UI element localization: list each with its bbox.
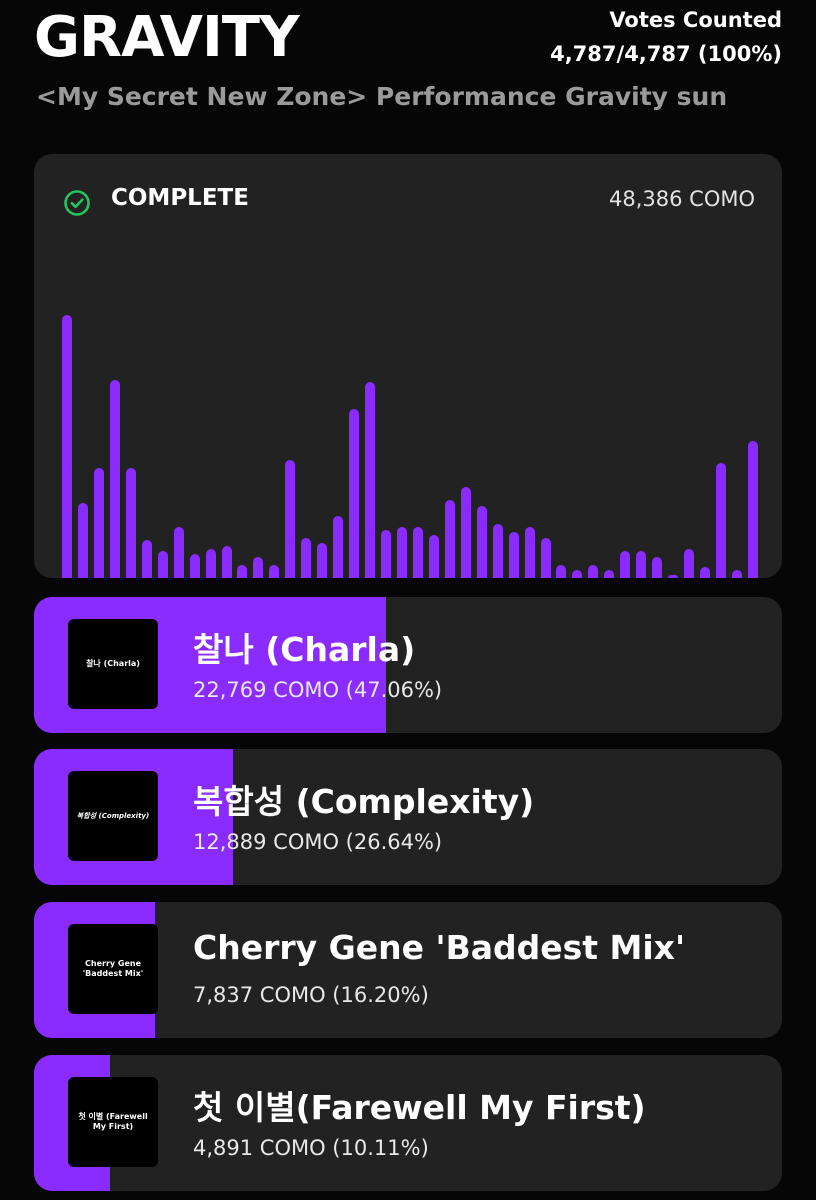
option-thumbnail: 찰나 (Charla)	[68, 619, 158, 709]
option-name: 첫 이별(Farewell My First)	[193, 1088, 646, 1127]
histogram-bar	[285, 460, 296, 578]
histogram-bar	[460, 486, 471, 578]
histogram-bar	[62, 315, 72, 578]
option-card-complexity[interactable]: 복합성 (Complexity) 복합성 (Complexity) 12,889…	[34, 749, 782, 885]
histogram-bar	[428, 535, 439, 578]
votes-counted-value: 4,787/4,787 (100%)	[550, 42, 782, 66]
histogram-bar	[588, 564, 599, 578]
option-name: Cherry Gene 'Baddest Mix'	[193, 928, 686, 967]
option-thumbnail: Cherry Gene 'Baddest Mix'	[68, 924, 158, 1014]
page-title: GRAVITY	[34, 5, 300, 70]
histogram-bar	[396, 527, 407, 578]
histogram-bar	[556, 564, 567, 578]
histogram-bar	[157, 551, 168, 578]
option-name: 복합성 (Complexity)	[193, 782, 535, 821]
histogram-bar	[333, 516, 344, 578]
histogram-bar	[652, 556, 663, 578]
histogram-bar	[205, 548, 216, 578]
histogram-bar	[349, 409, 360, 578]
histogram-bar	[731, 569, 742, 578]
option-stat: 22,769 COMO (47.06%)	[193, 678, 443, 702]
histogram-bar	[492, 524, 503, 578]
histogram-bar	[540, 537, 551, 578]
histogram-bar	[317, 543, 328, 578]
option-thumbnail: 첫 이별 (Farewell My First)	[68, 1077, 158, 1167]
option-stat: 4,891 COMO (10.11%)	[193, 1136, 429, 1160]
histogram-bar	[572, 569, 583, 578]
histogram-bar	[269, 564, 280, 578]
histogram-bar	[365, 382, 376, 578]
option-stat: 12,889 COMO (26.64%)	[193, 830, 443, 854]
histogram-bar	[237, 564, 248, 578]
histogram-bar	[715, 462, 726, 578]
histogram-bar	[109, 379, 120, 578]
histogram-bar	[444, 500, 455, 578]
histogram-bar	[668, 575, 679, 578]
histogram-bar	[141, 540, 152, 578]
option-card-farewell-my-first[interactable]: 첫 이별 (Farewell My First) 첫 이별(Farewell M…	[34, 1055, 782, 1191]
vote-histogram	[34, 154, 782, 578]
histogram-bar	[747, 441, 758, 578]
histogram-bar	[508, 532, 519, 578]
histogram-bar	[253, 556, 264, 578]
histogram-bar	[636, 551, 647, 578]
votes-counted-label: Votes Counted	[609, 8, 782, 32]
histogram-bar	[301, 537, 312, 578]
histogram-bar	[77, 502, 88, 578]
histogram-bar	[412, 527, 423, 578]
histogram-bar	[221, 545, 232, 578]
option-stat: 7,837 COMO (16.20%)	[193, 983, 429, 1007]
option-name: 찰나 (Charla)	[193, 630, 416, 669]
histogram-bar	[476, 505, 487, 578]
histogram-bar	[381, 529, 391, 578]
histogram-bar	[93, 468, 104, 578]
option-thumbnail: 복합성 (Complexity)	[68, 771, 158, 861]
option-card-charla[interactable]: 찰나 (Charla) 찰나 (Charla) 22,769 COMO (47.…	[34, 597, 782, 733]
histogram-bar	[684, 548, 695, 578]
histogram-bar	[524, 527, 535, 578]
histogram-bar	[620, 551, 631, 578]
results-chart-card: COMPLETE 48,386 COMO	[34, 154, 782, 578]
histogram-bar	[700, 567, 710, 578]
histogram-bar	[604, 569, 615, 578]
histogram-bar	[125, 468, 136, 578]
option-card-cherry-gene[interactable]: Cherry Gene 'Baddest Mix' Cherry Gene 'B…	[34, 902, 782, 1038]
histogram-bar	[173, 527, 184, 578]
histogram-bar	[189, 553, 200, 578]
poll-subtitle: <My Secret New Zone> Performance Gravity…	[36, 82, 728, 111]
